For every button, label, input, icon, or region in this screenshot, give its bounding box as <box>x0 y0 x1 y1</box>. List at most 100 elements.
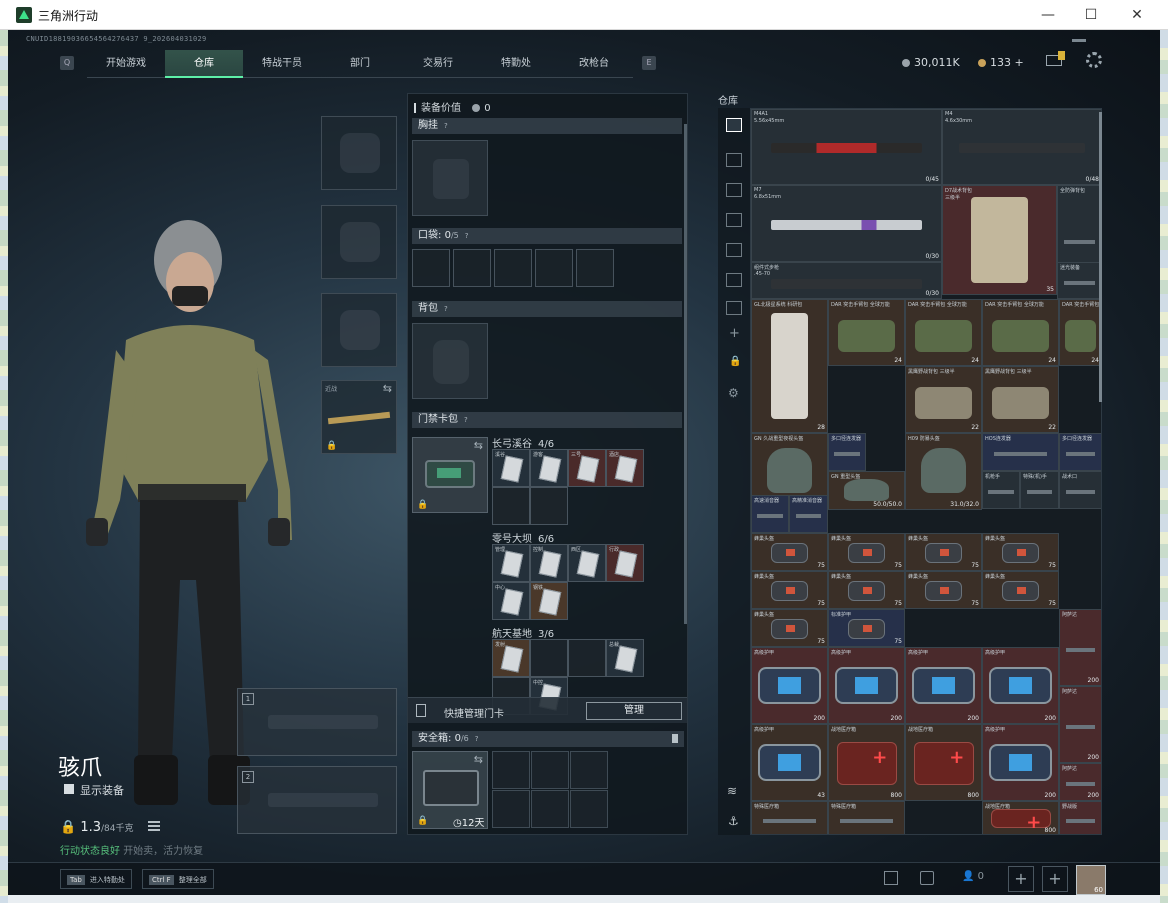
add-team-slot-button[interactable]: + <box>1008 866 1034 892</box>
keycard-slot[interactable]: 总裁 <box>606 639 644 677</box>
warehouse-item[interactable]: 黑鹰野战背包 三级半 22 <box>982 366 1059 433</box>
warehouse-item[interactable]: 战术口 <box>1059 471 1101 509</box>
warehouse-item[interactable]: 迷光装备 <box>1057 262 1101 299</box>
armor-slot[interactable] <box>321 205 397 279</box>
keycard-slot[interactable]: 酒店 <box>606 449 644 487</box>
warehouse-item[interactable]: 黑鹰野战背包 三级半 22 <box>905 366 982 433</box>
safe-box-grid[interactable] <box>492 751 608 829</box>
warehouse-item[interactable]: 战地医疗箱800 <box>982 801 1059 834</box>
warehouse-tab-icon[interactable] <box>726 153 742 167</box>
keycard-slot[interactable]: 管理 <box>492 544 530 582</box>
helmet-slot[interactable] <box>321 116 397 190</box>
swap-icon[interactable]: ⇆ <box>474 439 483 452</box>
warehouse-item[interactable]: 高精准消音器 <box>789 495 828 533</box>
warehouse-item[interactable]: 战地医疗箱800 <box>828 724 905 801</box>
nav-tab[interactable]: 部门 <box>321 50 399 78</box>
warehouse-item[interactable]: 蜂巢头盔 75 <box>905 533 982 571</box>
swap-icon[interactable]: ⇆ <box>383 382 392 395</box>
gold-add-button[interactable]: + <box>1015 56 1024 69</box>
warehouse-item[interactable]: 特殊医疗箱 <box>751 801 828 834</box>
keycard-slot[interactable]: 控制 <box>530 544 568 582</box>
keycard-slot[interactable]: 中心 <box>492 582 530 620</box>
warehouse-item[interactable]: 特殊医疗箱 <box>828 801 905 834</box>
warehouse-item[interactable]: HOS连发器 <box>982 433 1059 471</box>
warehouse-tab-icon[interactable] <box>726 273 742 287</box>
pocket-slot[interactable] <box>453 249 491 287</box>
warehouse-item[interactable]: 阿萨达 200 <box>1059 686 1101 763</box>
warehouse-item[interactable]: 蜂巢头盔 75 <box>751 571 828 609</box>
add-tab-icon[interactable]: + <box>729 326 740 341</box>
nav-next-key[interactable]: E <box>642 56 656 70</box>
warehouse-item[interactable]: 标准护甲 75 <box>828 609 905 647</box>
warehouse-tab-icon[interactable] <box>726 243 742 257</box>
sort-all-hint[interactable]: Ctrl F 整理全部 <box>142 869 214 889</box>
warehouse-item[interactable]: 高级护甲 200 <box>982 724 1059 801</box>
keycard-slot[interactable] <box>530 639 568 677</box>
player-avatar[interactable]: 60 <box>1076 865 1106 895</box>
friends-button[interactable]: 👤 0 <box>962 871 984 882</box>
pin-icon[interactable] <box>672 734 678 743</box>
keycard-slot[interactable]: 游客 <box>530 449 568 487</box>
warehouse-item[interactable]: 机枪手 <box>982 471 1020 509</box>
warehouse-item[interactable]: 蜂巢头盔 75 <box>751 533 828 571</box>
layers-icon[interactable]: ≋ <box>727 784 737 798</box>
warehouse-item[interactable]: 野战版 <box>1059 801 1101 834</box>
help-icon[interactable]: ? <box>444 122 448 130</box>
warehouse-item[interactable]: M7 6.8x51mm 0/30 <box>751 185 942 262</box>
warehouse-item[interactable]: 高级护甲 200 <box>828 647 905 724</box>
pocket-slot[interactable] <box>412 249 450 287</box>
pocket-slot[interactable] <box>576 249 614 287</box>
keycard-slot[interactable] <box>492 487 530 525</box>
warehouse-item[interactable]: 高级护甲 43 <box>751 724 828 801</box>
warehouse-item[interactable]: D7战术背包 三级半 35 <box>942 185 1057 295</box>
primary-weapon-slot[interactable]: 1 <box>237 688 397 756</box>
keycard-slot[interactable]: 西区 <box>568 544 606 582</box>
safe-box-slot[interactable]: ⇆ 🔒 ◷12天 <box>412 751 488 829</box>
lock-tab-icon[interactable]: 🔒 <box>729 356 741 367</box>
warehouse-item[interactable]: 战地医疗箱800 <box>905 724 982 801</box>
warehouse-item[interactable]: 蜂巢头盔 75 <box>905 571 982 609</box>
warehouse-item[interactable]: 高速消音器 <box>751 495 789 533</box>
warehouse-item[interactable]: GL北极星系统 科研包 28 <box>751 299 828 433</box>
keycard-holder-slot[interactable]: ⇆ 🔒 <box>412 437 488 513</box>
chest-rig-slot[interactable] <box>412 140 488 216</box>
settings-tab-icon[interactable]: ⚙ <box>728 386 739 400</box>
backpack-slot[interactable] <box>412 323 488 399</box>
warehouse-all-tab-icon[interactable] <box>726 118 742 132</box>
warehouse-item[interactable]: 多口径连发器 <box>1059 433 1101 471</box>
weight-detail-icon[interactable] <box>148 821 160 831</box>
swap-icon[interactable]: ⇆ <box>474 753 483 766</box>
stats-icon[interactable] <box>884 871 898 885</box>
sort-icon[interactable]: ⚓ <box>728 814 739 828</box>
show-equipment-checkbox[interactable] <box>64 784 74 794</box>
settings-gear-icon[interactable] <box>1086 52 1102 68</box>
warehouse-item[interactable]: 特殊(机)手 <box>1020 471 1059 509</box>
coin-balance[interactable]: 30,011K <box>902 56 960 69</box>
warehouse-item[interactable]: 蜂巢头盔 75 <box>982 533 1059 571</box>
maximize-button[interactable]: ☐ <box>1077 4 1105 26</box>
help-icon[interactable]: ? <box>475 735 479 743</box>
keycard-slot[interactable] <box>568 639 606 677</box>
nav-tab[interactable]: 特战干员 <box>243 50 321 78</box>
help-icon[interactable]: ? <box>444 305 448 313</box>
warehouse-item[interactable]: DAR 突击手臂包 全球万能 24 <box>982 299 1059 366</box>
safe-cell[interactable] <box>570 790 608 828</box>
gold-balance[interactable]: 133 + <box>978 56 1024 69</box>
warehouse-item[interactable]: 组件式步枪 .45-70 0/30 <box>751 262 942 299</box>
enter-special-ops-hint[interactable]: Tab 进入特勤处 <box>60 869 132 889</box>
secondary-weapon-slot[interactable]: 2 <box>237 766 397 834</box>
warehouse-item[interactable]: 阿萨达 200 <box>1059 609 1101 686</box>
safe-cell[interactable] <box>531 751 569 789</box>
pistol-slot[interactable] <box>321 293 397 367</box>
warehouse-item[interactable]: 多口径连发器 <box>828 433 866 471</box>
keycard-slot[interactable]: 溪谷 <box>492 449 530 487</box>
minimize-button[interactable]: — <box>1034 4 1062 26</box>
safe-cell[interactable] <box>492 790 530 828</box>
nav-tab[interactable]: 交易行 <box>399 50 477 78</box>
equipment-scrollbar[interactable] <box>684 124 687 624</box>
warehouse-item[interactable]: 蜂巢头盔 75 <box>751 609 828 647</box>
warehouse-item[interactable]: GN 重型头盔 50.0/50.0 <box>828 471 905 510</box>
warehouse-item[interactable]: DAR 突击手臂包 全球万能 24 <box>828 299 905 366</box>
help-icon[interactable]: ? <box>464 416 468 424</box>
safe-cell[interactable] <box>570 751 608 789</box>
